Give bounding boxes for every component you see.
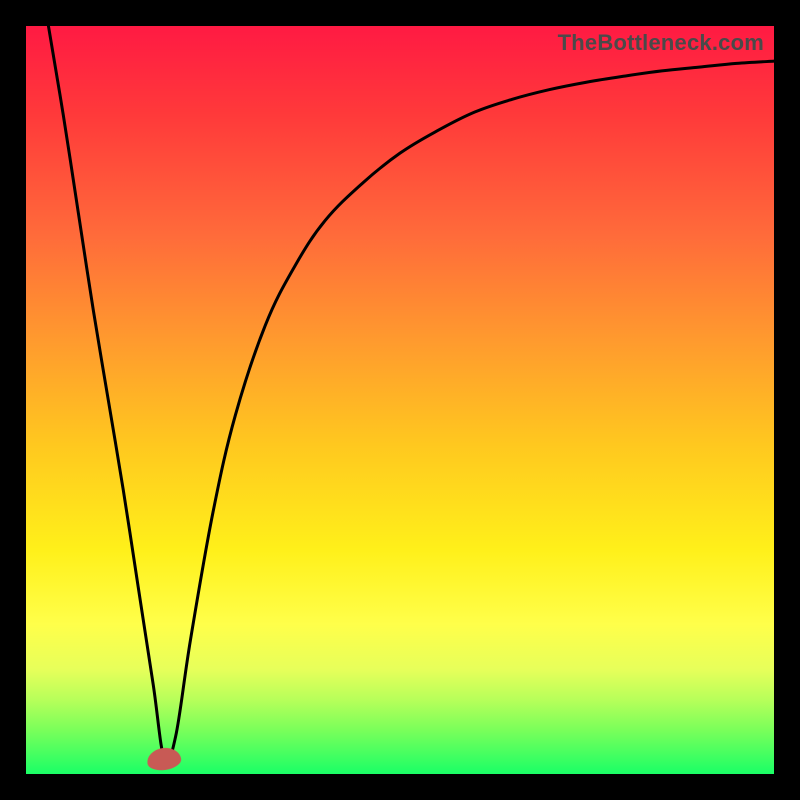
bottleneck-curve	[26, 26, 774, 774]
plot-area: TheBottleneck.com	[26, 26, 774, 774]
chart-frame: TheBottleneck.com	[0, 0, 800, 800]
